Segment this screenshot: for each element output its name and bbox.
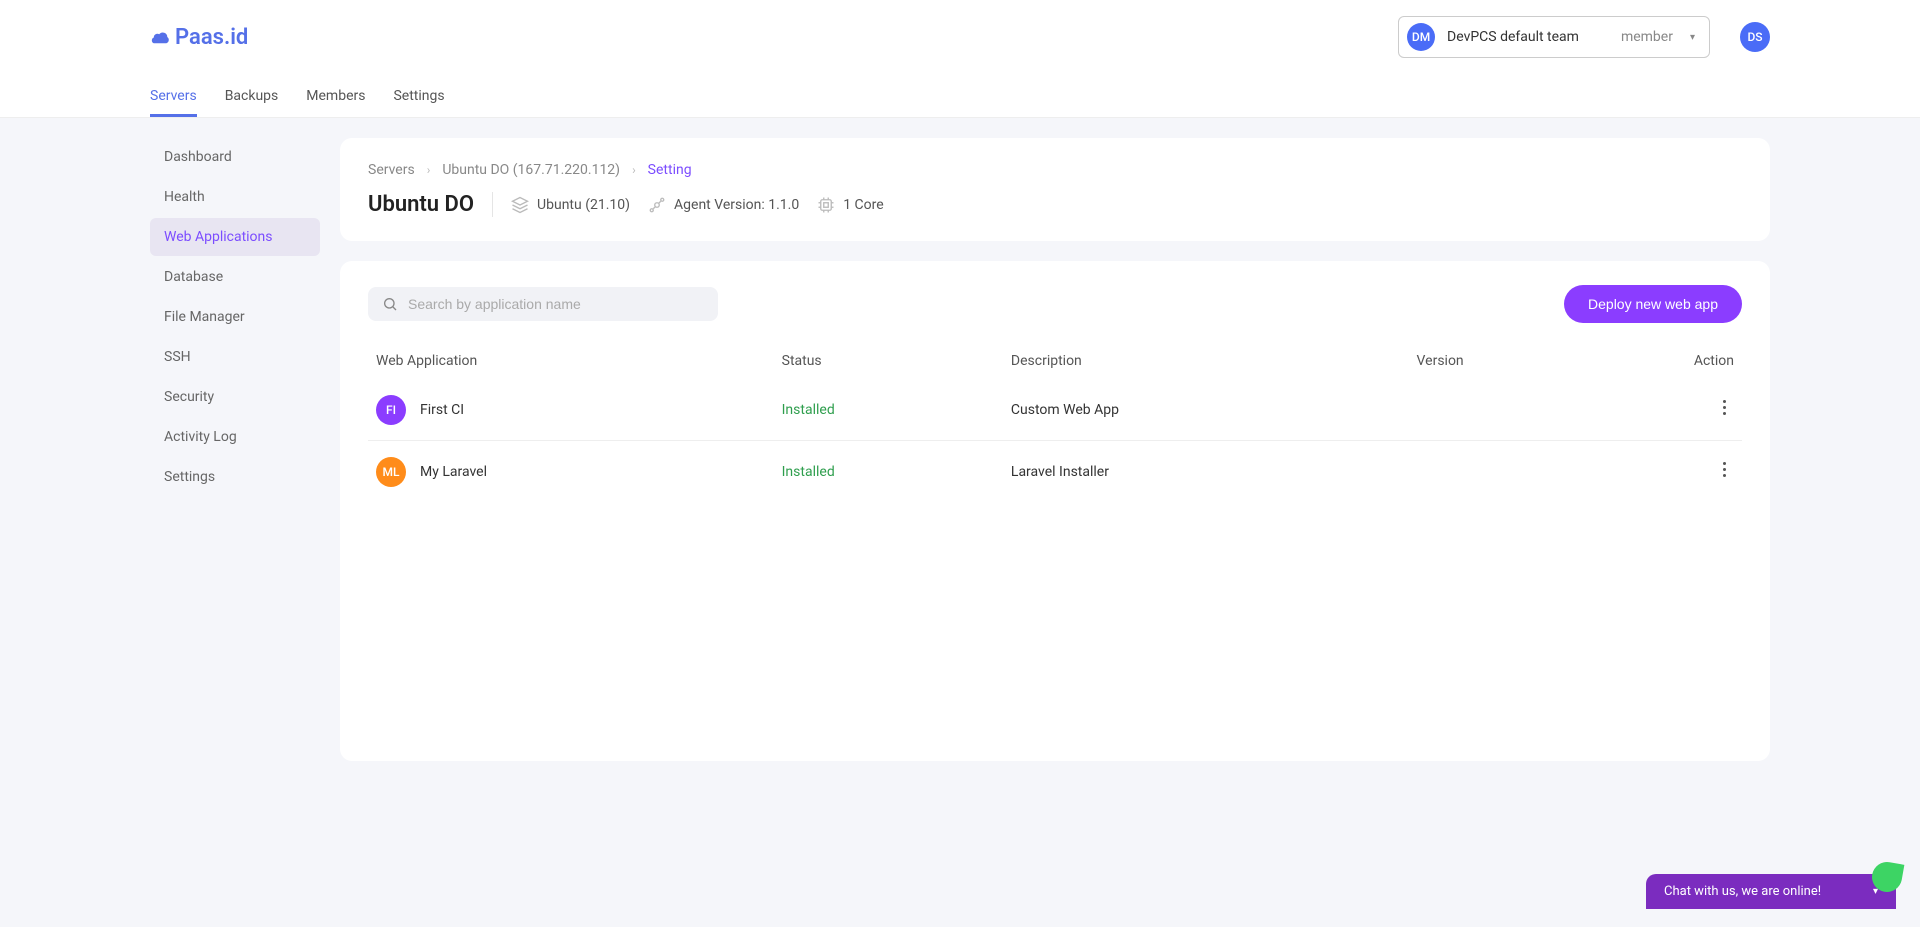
- sidebar-item-settings[interactable]: Settings: [150, 458, 320, 496]
- sidebar-item-file-manager[interactable]: File Manager: [150, 298, 320, 336]
- chevron-right-icon: ›: [427, 163, 431, 177]
- app-description: Custom Web App: [1011, 402, 1417, 418]
- search-box: [368, 287, 718, 321]
- app-name: My Laravel: [420, 464, 487, 480]
- col-header-version: Version: [1417, 353, 1629, 369]
- server-title: Ubuntu DO: [368, 192, 493, 217]
- search-icon: [382, 296, 398, 312]
- nav-tab-settings[interactable]: Settings: [393, 78, 444, 117]
- sidebar-item-web-applications[interactable]: Web Applications: [150, 218, 320, 256]
- team-selector[interactable]: DM DevPCS default team member ▾: [1398, 16, 1710, 58]
- sidebar-item-security[interactable]: Security: [150, 378, 320, 416]
- chevron-right-icon: ›: [632, 163, 636, 177]
- col-header-status: Status: [782, 353, 1011, 369]
- table-row: ML My Laravel InstalledLaravel Installer: [368, 441, 1742, 502]
- chevron-down-icon: ▾: [1873, 886, 1878, 897]
- brand-text: Paas.id: [175, 25, 248, 50]
- cloud-icon: [150, 28, 172, 46]
- more-icon[interactable]: [1715, 393, 1734, 422]
- app-cell[interactable]: FI First CI: [376, 395, 782, 425]
- server-header-card: Servers › Ubuntu DO (167.71.220.112) › Setti…: [340, 138, 1770, 241]
- sidebar-item-activity-log[interactable]: Activity Log: [150, 418, 320, 456]
- team-role: member: [1621, 29, 1673, 45]
- brand-logo[interactable]: Paas.id: [150, 25, 248, 50]
- cpu-icon: [817, 196, 835, 214]
- app-status: Installed: [782, 402, 1011, 418]
- search-input[interactable]: [408, 296, 704, 312]
- chat-label: Chat with us, we are online!: [1664, 884, 1821, 899]
- team-avatar: DM: [1407, 23, 1435, 51]
- more-icon[interactable]: [1715, 455, 1734, 484]
- breadcrumb-item[interactable]: Ubuntu DO (167.71.220.112): [442, 162, 620, 178]
- apps-card: Deploy new web app Web Application Statu…: [340, 261, 1770, 761]
- server-os-info: Ubuntu (21.10): [511, 196, 630, 214]
- breadcrumb-item[interactable]: Servers: [368, 162, 415, 178]
- breadcrumb: Servers › Ubuntu DO (167.71.220.112) › Setti…: [368, 162, 1742, 178]
- app-cell[interactable]: ML My Laravel: [376, 457, 782, 487]
- layers-icon: [511, 196, 529, 214]
- action-cell: [1628, 455, 1734, 488]
- app-description: Laravel Installer: [1011, 464, 1417, 480]
- col-header-description: Description: [1011, 353, 1417, 369]
- col-header-app: Web Application: [376, 353, 782, 369]
- agent-icon: [648, 196, 666, 214]
- nav-tab-backups[interactable]: Backups: [225, 78, 279, 117]
- table-row: FI First CI InstalledCustom Web App: [368, 379, 1742, 441]
- chevron-down-icon: ▾: [1690, 32, 1695, 43]
- sidebar-item-health[interactable]: Health: [150, 178, 320, 216]
- col-header-action: Action: [1628, 353, 1734, 369]
- chat-widget[interactable]: Chat with us, we are online! ▾: [1646, 874, 1896, 909]
- nav-tab-servers[interactable]: Servers: [150, 78, 197, 117]
- team-name: DevPCS default team: [1447, 29, 1579, 45]
- user-avatar[interactable]: DS: [1740, 22, 1770, 52]
- app-avatar: ML: [376, 457, 406, 487]
- server-agent-info: Agent Version: 1.1.0: [648, 196, 799, 214]
- app-avatar: FI: [376, 395, 406, 425]
- deploy-button[interactable]: Deploy new web app: [1564, 285, 1742, 323]
- sidebar-item-database[interactable]: Database: [150, 258, 320, 296]
- sidebar-item-ssh[interactable]: SSH: [150, 338, 320, 376]
- breadcrumb-item: Setting: [648, 162, 692, 178]
- action-cell: [1628, 393, 1734, 426]
- server-cores-info: 1 Core: [817, 196, 883, 214]
- app-name: First CI: [420, 402, 464, 418]
- table-header: Web Application Status Description Versi…: [368, 343, 1742, 379]
- nav-tab-members[interactable]: Members: [306, 78, 365, 117]
- sidebar-item-dashboard[interactable]: Dashboard: [150, 138, 320, 176]
- app-status: Installed: [782, 464, 1011, 480]
